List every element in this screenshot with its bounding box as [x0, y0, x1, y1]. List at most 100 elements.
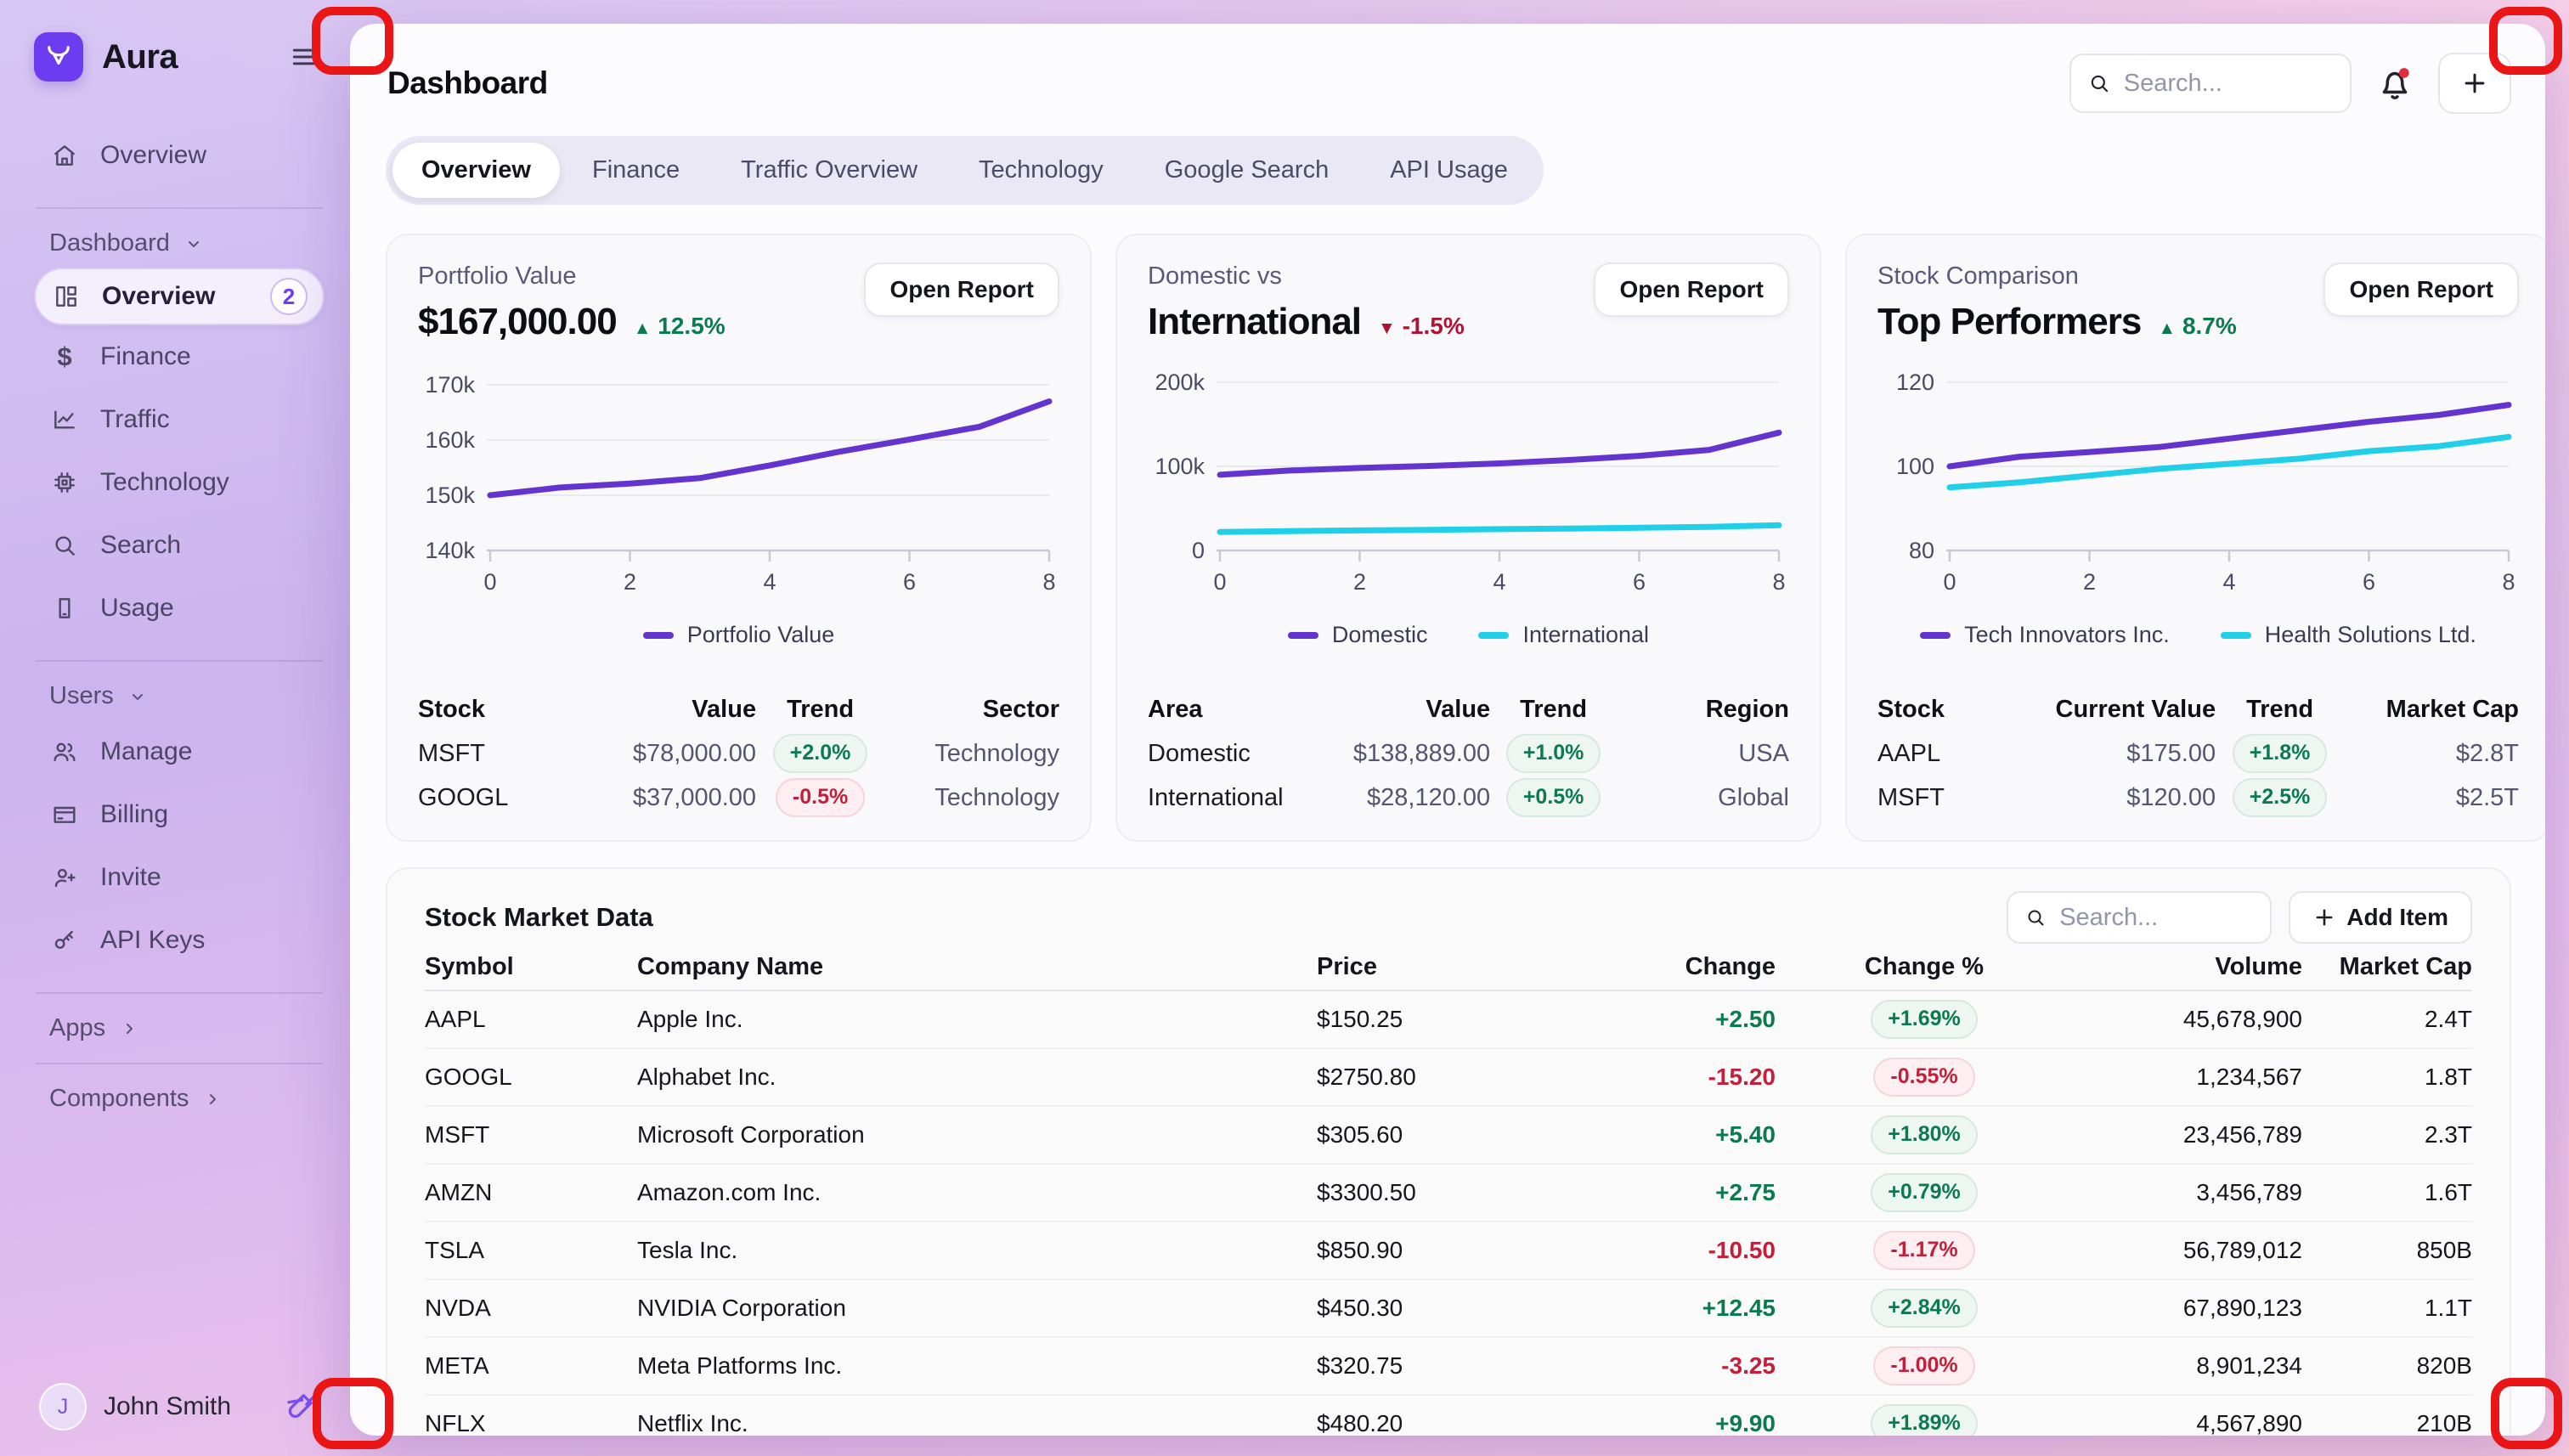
brand-row: Aura — [34, 32, 325, 82]
mini-cell: MSFT — [418, 731, 546, 776]
legend-label: Tech Innovators Inc. — [1964, 622, 2170, 648]
trend-pill: +0.5% — [1506, 778, 1601, 817]
open-report-button[interactable]: Open Report — [864, 262, 1059, 317]
table-search-input[interactable] — [2058, 903, 2253, 933]
sidebar-item-label: Technology — [100, 468, 229, 497]
triangle-up-icon: ▲ — [2158, 319, 2176, 338]
sidebar-item-api-keys[interactable]: API Keys — [34, 909, 325, 972]
mini-cell: USA — [1617, 731, 1789, 776]
mini-col-header: Area — [1148, 687, 1284, 731]
card-mini-table: AreaValueTrendRegionDomestic$138,889.00+… — [1148, 687, 1789, 820]
table-cell: 210B — [2302, 1410, 2472, 1436]
table-cell: 850B — [2302, 1237, 2472, 1264]
table-cell: -1.00% — [1776, 1346, 2073, 1385]
mini-cell: -0.5% — [756, 776, 884, 820]
tabs-row: OverviewFinanceTraffic OverviewTechnolog… — [350, 114, 2545, 205]
users-icon — [49, 736, 80, 767]
table-cell: Amazon.com Inc. — [637, 1179, 1317, 1206]
section-label-apps[interactable]: Apps — [49, 1014, 325, 1042]
table-cell: TSLA — [425, 1237, 637, 1264]
sidebar-item-search[interactable]: Search — [34, 514, 325, 577]
card-head-left: Domestic vsInternational▼ -1.5% — [1148, 262, 1465, 343]
sidebar-item-technology[interactable]: Technology — [34, 451, 325, 514]
sidebar-item-traffic[interactable]: Traffic — [34, 388, 325, 451]
section-head: Stock Market Data Add Item — [425, 869, 2472, 944]
sidebar-item-label: Search — [100, 531, 181, 560]
column-header: Change % — [1776, 953, 2073, 981]
svg-text:2: 2 — [1353, 569, 1366, 593]
sidebar-item-label: Overview — [100, 141, 206, 170]
global-search[interactable] — [2069, 54, 2352, 113]
notification-bell-icon[interactable] — [2374, 62, 2416, 104]
add-item-button[interactable]: Add Item — [2289, 891, 2472, 944]
brand-name: Aura — [102, 38, 178, 76]
main-panel: Dashboard OverviewFinanceTraffic Overvie… — [350, 24, 2545, 1436]
search-input[interactable] — [2122, 69, 2333, 99]
card-mini-table: StockCurrent ValueTrendMarket CapAAPL$17… — [1877, 687, 2519, 820]
add-button[interactable] — [2438, 53, 2511, 114]
sidebar-item-invite[interactable]: Invite — [34, 846, 325, 909]
sidebar-item-usage[interactable]: Usage — [34, 577, 325, 640]
table-cell: MSFT — [425, 1121, 637, 1148]
section-label-users[interactable]: Users — [49, 682, 325, 710]
svg-text:0: 0 — [1943, 569, 1956, 593]
legend-label: Health Solutions Ltd. — [2265, 622, 2476, 648]
mini-cell: Global — [1617, 776, 1789, 820]
sidebar-item-overview[interactable]: Overview — [34, 124, 325, 187]
table-search[interactable] — [2007, 891, 2272, 944]
sidebar-item-finance[interactable]: $Finance — [34, 325, 325, 388]
tab-traffic-overview[interactable]: Traffic Overview — [712, 143, 946, 198]
hamburger-menu-icon[interactable] — [285, 37, 325, 76]
section-label-text: Components — [49, 1085, 189, 1113]
table-row[interactable]: AAPLApple Inc.$150.25+2.50+1.69%45,678,9… — [425, 991, 2472, 1049]
sidebar-item-manage[interactable]: Manage — [34, 720, 325, 783]
paintbrush-icon[interactable] — [280, 1387, 319, 1426]
tab-overview[interactable]: Overview — [392, 143, 560, 198]
tab-finance[interactable]: Finance — [563, 143, 709, 198]
table-row[interactable]: NVDANVIDIA Corporation$450.30+12.45+2.84… — [425, 1280, 2472, 1338]
column-header: Price — [1317, 953, 1597, 981]
table-row[interactable]: AMZNAmazon.com Inc.$3300.50+2.75+0.79%3,… — [425, 1165, 2472, 1222]
legend-swatch — [643, 632, 674, 639]
user-row[interactable]: J John Smith — [34, 1383, 325, 1431]
section-controls: Add Item — [2007, 891, 2472, 944]
table-row[interactable]: METAMeta Platforms Inc.$320.75-3.25-1.00… — [425, 1338, 2472, 1396]
table-cell: -10.50 — [1597, 1237, 1776, 1264]
change-pct-pill: -0.55% — [1873, 1058, 1974, 1097]
mini-cell: $78,000.00 — [546, 731, 756, 776]
column-header: Volume — [2073, 953, 2302, 981]
tab-api-usage[interactable]: API Usage — [1361, 143, 1537, 198]
table-cell: NFLX — [425, 1410, 637, 1436]
table-row[interactable]: TSLATesla Inc.$850.90-10.50-1.17%56,789,… — [425, 1222, 2472, 1280]
table-cell: +5.40 — [1597, 1121, 1776, 1148]
table-cell: 67,890,123 — [2073, 1295, 2302, 1322]
table-row[interactable]: NFLXNetflix Inc.$480.20+9.90+1.89%4,567,… — [425, 1396, 2472, 1436]
sidebar-item-overview[interactable]: Overview2 — [34, 268, 325, 325]
mini-cell: $37,000.00 — [546, 776, 756, 820]
open-report-button[interactable]: Open Report — [1594, 262, 1789, 317]
open-report-button[interactable]: Open Report — [2323, 262, 2519, 317]
table-cell: 3,456,789 — [2073, 1179, 2302, 1206]
tab-google-search[interactable]: Google Search — [1136, 143, 1358, 198]
sidebar-item-billing[interactable]: Billing — [34, 783, 325, 846]
card-label: Portfolio Value — [418, 262, 726, 291]
mini-cell: +2.0% — [756, 731, 884, 776]
panel-header: Dashboard — [350, 24, 2545, 114]
table-cell: Meta Platforms Inc. — [637, 1352, 1317, 1380]
section-label-dashboard[interactable]: Dashboard — [49, 229, 325, 257]
mini-col-header: Trend — [1490, 687, 1617, 731]
tab-technology[interactable]: Technology — [950, 143, 1132, 198]
mini-cell: $28,120.00 — [1284, 776, 1491, 820]
svg-text:4: 4 — [763, 569, 776, 593]
mini-cell: +1.0% — [1490, 731, 1617, 776]
svg-text:160k: 160k — [425, 427, 475, 453]
svg-text:170k: 170k — [425, 372, 475, 398]
section-label-components[interactable]: Components — [49, 1085, 325, 1113]
table-cell: +0.79% — [1776, 1173, 2073, 1212]
card-delta: ▲ 8.7% — [2158, 313, 2236, 340]
table-row[interactable]: MSFTMicrosoft Corporation$305.60+5.40+1.… — [425, 1107, 2472, 1165]
card-head: Portfolio Value$167,000.00▲ 12.5%Open Re… — [418, 262, 1059, 343]
legend-label: Domestic — [1332, 622, 1428, 648]
table-row[interactable]: GOOGLAlphabet Inc.$2750.80-15.20-0.55%1,… — [425, 1049, 2472, 1107]
cards-row: Portfolio Value$167,000.00▲ 12.5%Open Re… — [350, 205, 2545, 842]
